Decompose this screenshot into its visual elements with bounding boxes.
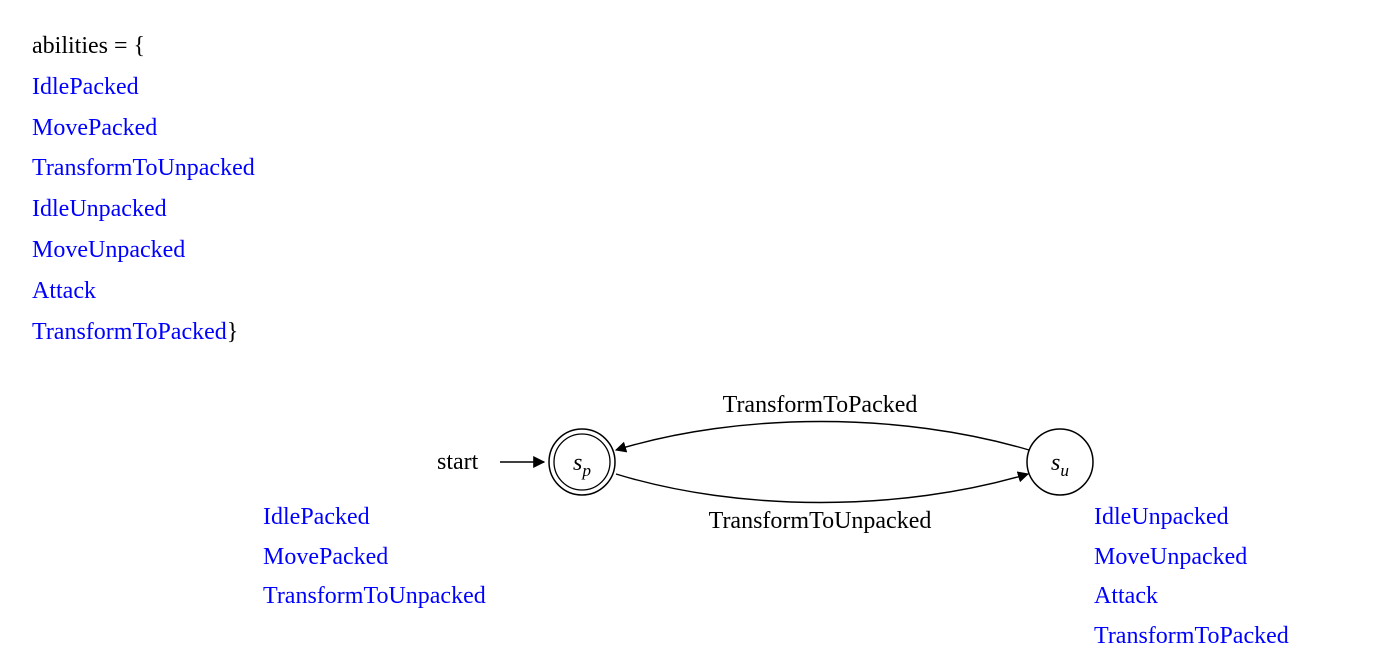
packed-abilities-list: IdlePacked MovePacked TransformToUnpacke…	[263, 498, 486, 617]
packed-ability-item: IdlePacked	[263, 498, 486, 538]
packed-ability-item: MovePacked	[263, 538, 486, 578]
state-su-label: su	[1051, 450, 1069, 480]
unpacked-ability-item: Attack	[1094, 577, 1289, 617]
unpacked-ability-item: MoveUnpacked	[1094, 538, 1289, 578]
unpacked-abilities-list: IdleUnpacked MoveUnpacked Attack Transfo…	[1094, 498, 1289, 656]
edge-bottom-label: TransformToUnpacked	[709, 508, 932, 534]
start-label: start	[437, 449, 479, 475]
state-sp-label: sp	[573, 450, 591, 480]
edge-top-label: TransformToPacked	[723, 392, 918, 418]
unpacked-ability-item: TransformToPacked	[1094, 617, 1289, 657]
packed-ability-item: TransformToUnpacked	[263, 577, 486, 617]
edge-transform-to-packed	[616, 422, 1029, 451]
edge-transform-to-unpacked	[616, 474, 1028, 503]
unpacked-ability-item: IdleUnpacked	[1094, 498, 1289, 538]
